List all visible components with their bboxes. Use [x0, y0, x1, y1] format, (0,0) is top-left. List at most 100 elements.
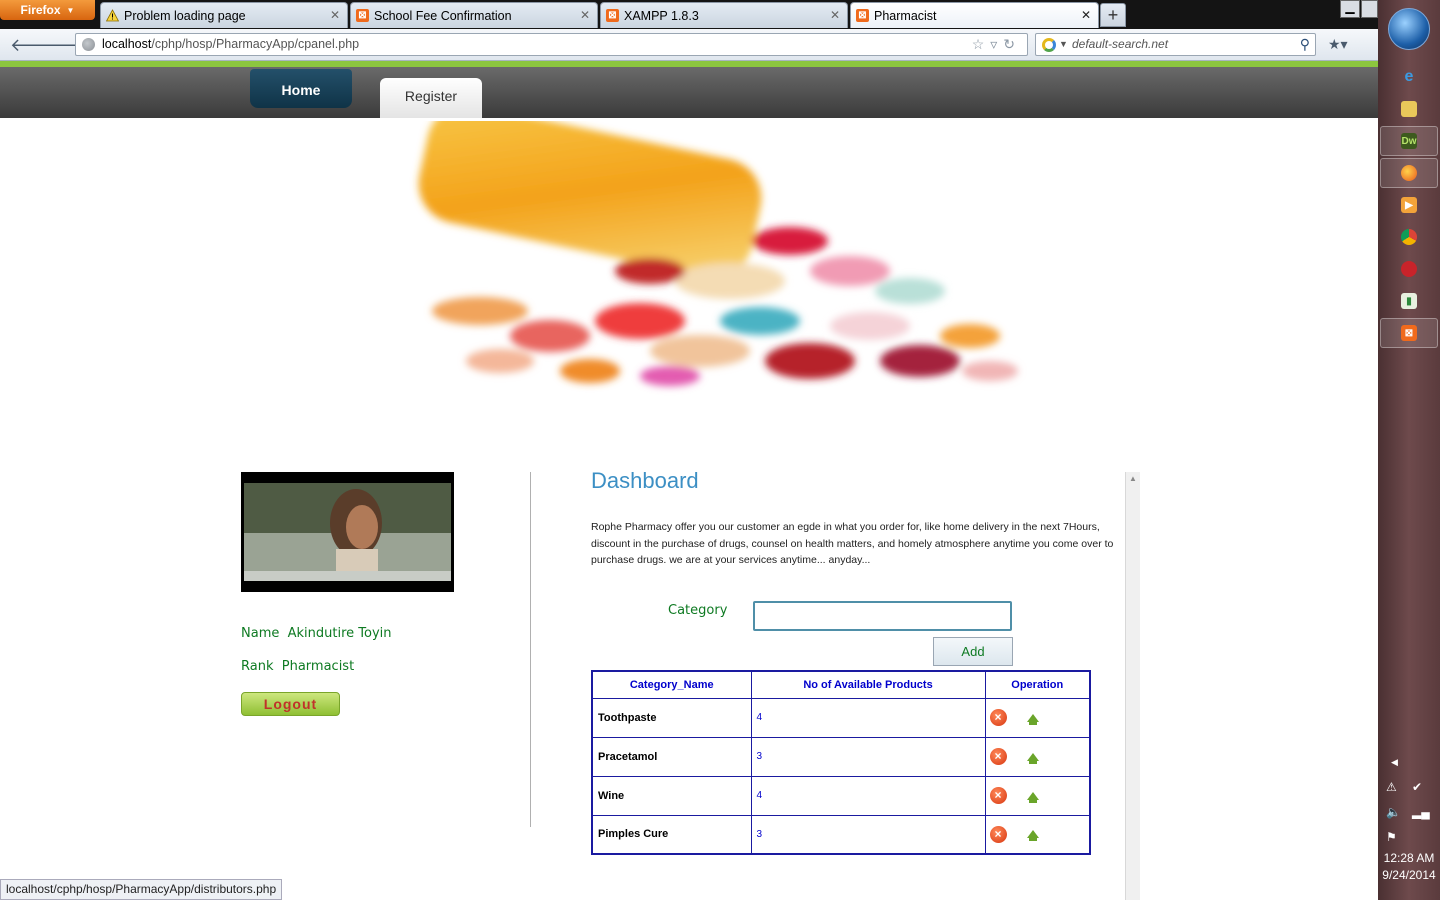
tab-pharmacist[interactable]: ⊠ Pharmacist ✕	[850, 2, 1099, 28]
table-row: Wine 4 ×	[591, 775, 1091, 816]
site-navigation: Home Register	[0, 67, 1378, 118]
table-row: Toothpaste 4 ×	[591, 697, 1091, 738]
name-value: Akindutire Toyin	[287, 626, 392, 641]
chart-app-icon[interactable]: ▮	[1380, 286, 1438, 316]
column-header: Operation	[984, 670, 1091, 699]
show-hidden-icons-icon[interactable]: ◀	[1391, 757, 1398, 768]
profile-rank: Rank Pharmacist	[241, 659, 354, 674]
flag-error-icon[interactable]: ⚑	[1386, 830, 1397, 844]
firefox-menu-label: Firefox	[20, 3, 61, 17]
dropdown-arrow-icon: ▼	[66, 5, 75, 15]
tab-title: Problem loading page	[124, 8, 246, 23]
windows-taskbar: e Dw ▶ ▮ ⊠ ◀ ⚠ ✔ 🔈 ▂▄ ⚑ 12:28 AM 9/24/20…	[1378, 0, 1440, 900]
operation-cell: ×	[984, 775, 1091, 816]
delete-icon[interactable]: ×	[989, 825, 1007, 843]
url-bar[interactable]: localhost/cphp/hosp/PharmacyApp/cpanel.p…	[75, 33, 1028, 56]
column-header: Category_Name	[591, 670, 752, 699]
xampp-icon: ⊠	[356, 9, 369, 22]
page-title: Dashboard	[591, 468, 699, 493]
category-table: Category_Name No of Available Products O…	[591, 670, 1091, 855]
clock-date[interactable]: 9/24/2014	[1378, 868, 1440, 882]
upload-arrow-icon[interactable]	[1026, 713, 1039, 725]
tab-title: School Fee Confirmation	[374, 8, 512, 23]
status-bar: localhost/cphp/hosp/PharmacyApp/distribu…	[0, 879, 283, 900]
nav-home-link[interactable]: Home	[250, 69, 352, 108]
category-name: Toothpaste	[591, 697, 752, 738]
profile-photo-image	[244, 483, 451, 581]
tab-xampp[interactable]: ⊠ XAMPP 1.8.3 ✕	[600, 2, 848, 28]
file-explorer-icon[interactable]	[1380, 94, 1438, 124]
delete-icon[interactable]: ×	[989, 748, 1007, 765]
table-row: Pimples Cure 3 ×	[591, 814, 1091, 855]
search-icon[interactable]: ⚲	[1300, 34, 1310, 55]
minimize-button[interactable]: ▁	[1340, 0, 1360, 18]
content-scrollbar[interactable]: ▲	[1125, 472, 1140, 900]
internet-explorer-icon[interactable]: e	[1380, 62, 1438, 92]
firefox-menu-button[interactable]: Firefox ▼	[0, 0, 95, 20]
operation-cell: ×	[984, 814, 1091, 855]
upload-arrow-icon[interactable]	[1026, 830, 1039, 842]
xampp-taskbar-icon[interactable]: ⊠	[1380, 318, 1438, 348]
search-text: default-search.net	[1072, 37, 1169, 51]
network-check-icon[interactable]: ✔	[1412, 780, 1422, 794]
search-engine-dropdown-icon[interactable]: ▼	[1059, 34, 1068, 55]
volume-icon[interactable]: 🔈	[1386, 805, 1401, 819]
start-button[interactable]	[1388, 8, 1430, 50]
profile-name: Name Akindutire Toyin	[241, 626, 392, 641]
column-header: No of Available Products	[750, 670, 986, 699]
table-header-row: Category_Name No of Available Products O…	[591, 670, 1091, 699]
dreamweaver-icon[interactable]: Dw	[1380, 126, 1438, 156]
red-app-icon[interactable]	[1380, 254, 1438, 284]
add-category-button[interactable]: Add	[933, 637, 1013, 666]
product-count: 3	[750, 814, 986, 855]
category-name: Wine	[591, 775, 752, 816]
upload-arrow-icon[interactable]	[1026, 791, 1039, 803]
search-engine-icon[interactable]	[1042, 38, 1056, 52]
table-row: Pracetamol 3 ×	[591, 736, 1091, 777]
nav-register-link[interactable]: Register	[380, 78, 482, 118]
warning-icon	[106, 9, 119, 22]
browser-navigation-bar: 🡐 🡒 localhost/cphp/hosp/PharmacyApp/cpan…	[0, 29, 1378, 61]
delete-icon[interactable]: ×	[989, 709, 1007, 726]
web-page: Home Register Name Akindutire Toyin Rank…	[0, 61, 1378, 900]
bookmarks-menu-icon[interactable]: ★▾	[1328, 36, 1348, 53]
maximize-button[interactable]	[1361, 0, 1378, 18]
media-player-icon[interactable]: ▶	[1380, 190, 1438, 220]
category-input[interactable]	[753, 601, 1012, 631]
tab-title: XAMPP 1.8.3	[624, 8, 699, 23]
action-center-icon[interactable]: ⚠	[1386, 780, 1397, 794]
xampp-icon: ⊠	[856, 9, 869, 22]
product-count: 4	[750, 697, 986, 738]
category-label: Category	[668, 603, 728, 618]
profile-photo	[241, 472, 454, 592]
scroll-up-arrow-icon[interactable]: ▲	[1129, 474, 1137, 483]
firefox-taskbar-icon[interactable]	[1380, 158, 1438, 188]
close-tab-icon[interactable]: ✕	[1081, 8, 1091, 22]
tab-problem-loading[interactable]: Problem loading page ✕	[100, 2, 348, 28]
close-tab-icon[interactable]: ✕	[580, 8, 590, 22]
product-count: 3	[750, 736, 986, 777]
tab-title: Pharmacist	[874, 8, 937, 23]
chrome-icon[interactable]	[1380, 222, 1438, 252]
new-tab-button[interactable]: +	[1100, 3, 1126, 27]
operation-cell: ×	[984, 697, 1091, 738]
product-count: 4	[750, 775, 986, 816]
close-tab-icon[interactable]: ✕	[830, 8, 840, 22]
category-name: Pimples Cure	[591, 814, 752, 855]
url-path: /cphp/hosp/PharmacyApp/cpanel.php	[151, 37, 360, 51]
search-bar[interactable]: ▼ default-search.net ⚲	[1035, 33, 1316, 56]
delete-icon[interactable]: ×	[989, 787, 1007, 804]
site-identity-icon[interactable]	[82, 38, 95, 51]
profile-sidebar: Name Akindutire Toyin Rank Pharmacist Lo…	[241, 472, 531, 827]
signal-strength-icon[interactable]: ▂▄	[1412, 805, 1430, 819]
category-name: Pracetamol	[591, 736, 752, 777]
close-tab-icon[interactable]: ✕	[330, 8, 340, 22]
rank-label: Rank	[241, 659, 274, 674]
clock-time[interactable]: 12:28 AM	[1378, 851, 1440, 865]
logout-button[interactable]: Logout	[241, 692, 340, 716]
xampp-icon: ⊠	[606, 9, 619, 22]
operation-cell: ×	[984, 736, 1091, 777]
upload-arrow-icon[interactable]	[1026, 752, 1039, 764]
bookmark-star-icon[interactable]: ☆▿↻	[972, 34, 1021, 55]
tab-school-fee[interactable]: ⊠ School Fee Confirmation ✕	[350, 2, 598, 28]
